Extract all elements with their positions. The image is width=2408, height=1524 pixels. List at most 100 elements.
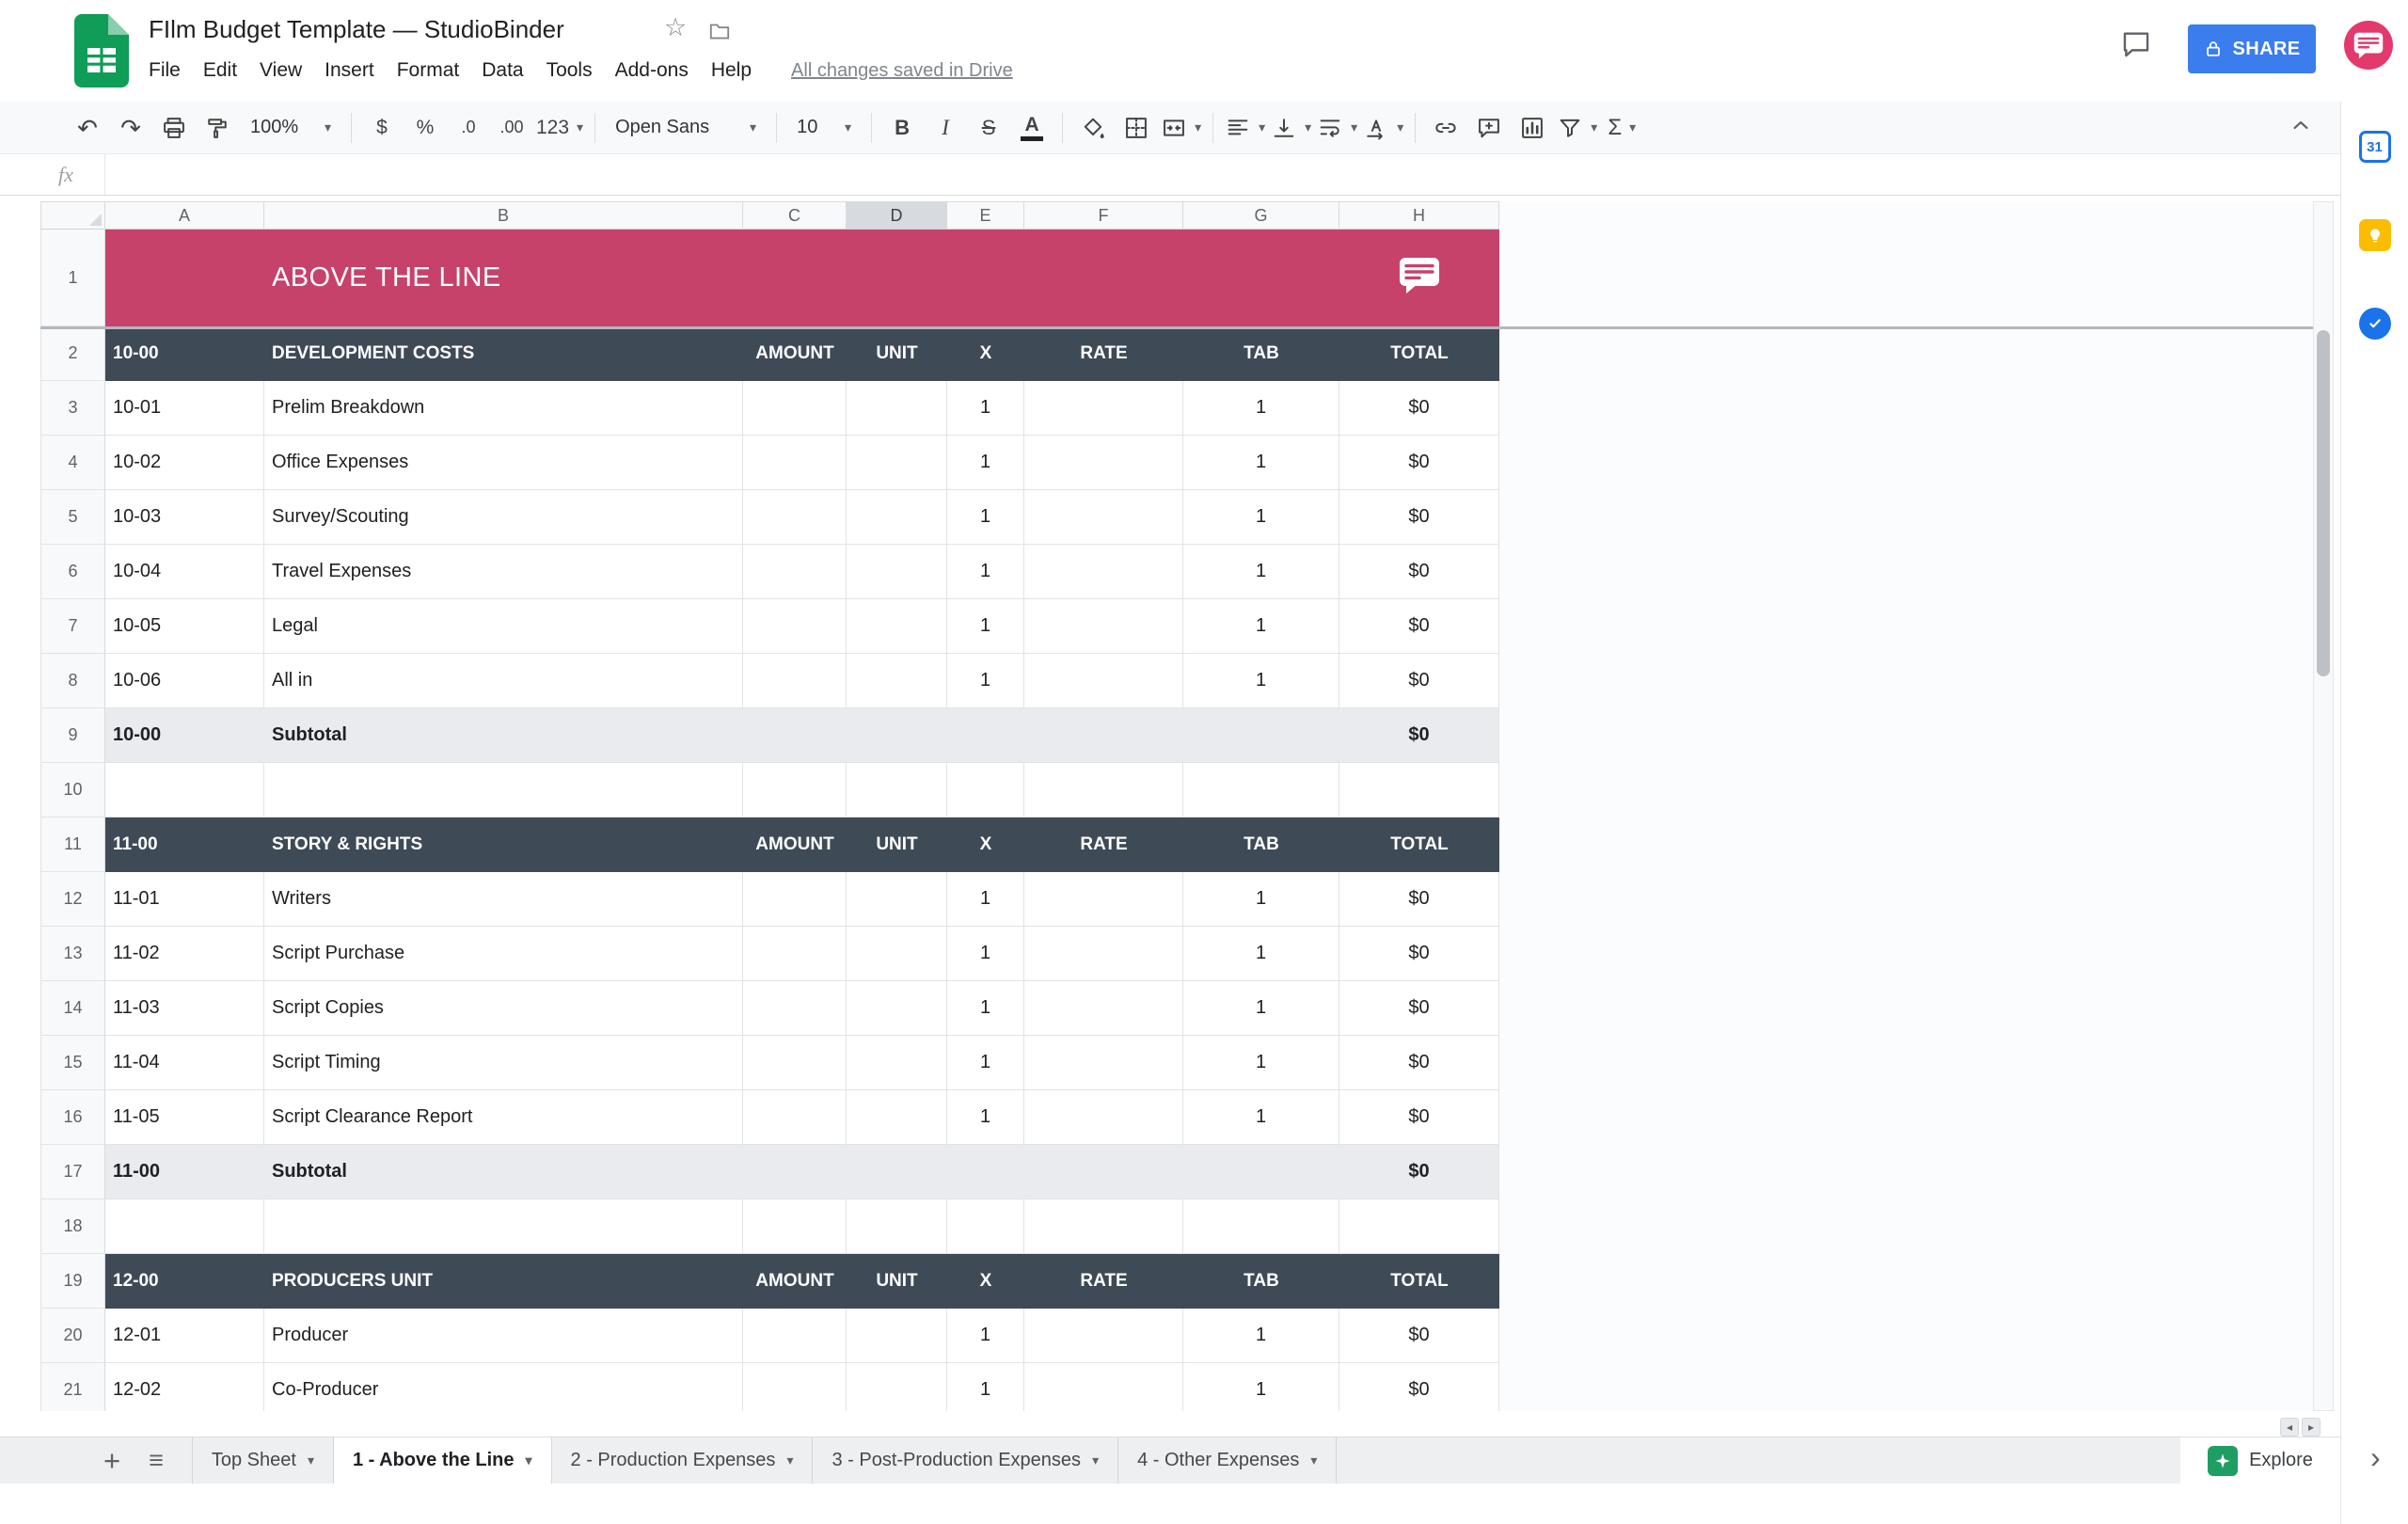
cell-E20[interactable]: 1 — [947, 1309, 1024, 1363]
cell-G2[interactable]: TAB — [1183, 326, 1339, 381]
cell-F20[interactable] — [1024, 1309, 1183, 1363]
cell-C21[interactable] — [743, 1363, 847, 1411]
cell-E1[interactable] — [947, 230, 1024, 326]
cell-D18[interactable] — [847, 1199, 947, 1254]
font-size-select[interactable]: 10▾ — [785, 106, 863, 150]
row-header-9[interactable]: 9 — [40, 708, 105, 763]
frozen-row-divider[interactable] — [40, 326, 2313, 329]
cell-B1[interactable]: ABOVE THE LINE — [264, 230, 743, 326]
row-header-7[interactable]: 7 — [40, 599, 105, 654]
cell-C20[interactable] — [743, 1309, 847, 1363]
cell-H14[interactable]: $0 — [1339, 981, 1499, 1036]
formula-input[interactable] — [105, 154, 2340, 195]
tasks-icon[interactable] — [2358, 307, 2392, 341]
row-header-5[interactable]: 5 — [40, 490, 105, 545]
cell-C18[interactable] — [743, 1199, 847, 1254]
sheet-tab-menu-icon[interactable]: ▾ — [308, 1453, 314, 1468]
row-header-8[interactable]: 8 — [40, 654, 105, 708]
sheet-tab-4-other-expenses[interactable]: 4 - Other Expenses▾ — [1118, 1437, 1337, 1484]
menu-view[interactable]: View — [248, 59, 313, 82]
cell-H21[interactable]: $0 — [1339, 1363, 1499, 1411]
sheet-tab-1-above-the-line[interactable]: 1 - Above the Line▾ — [334, 1437, 552, 1484]
cell-H3[interactable]: $0 — [1339, 381, 1499, 436]
star-icon[interactable]: ☆ — [664, 13, 687, 42]
cell-A10[interactable] — [105, 763, 264, 818]
cell-A17[interactable]: 11-00 — [105, 1145, 264, 1199]
cell-A4[interactable]: 10-02 — [105, 436, 264, 490]
cell-C8[interactable] — [743, 654, 847, 708]
cell-A9[interactable]: 10-00 — [105, 708, 264, 763]
cell-G18[interactable] — [1183, 1199, 1339, 1254]
cell-A8[interactable]: 10-06 — [105, 654, 264, 708]
cell-F18[interactable] — [1024, 1199, 1183, 1254]
row-header-13[interactable]: 13 — [40, 927, 105, 981]
cell-G6[interactable]: 1 — [1183, 545, 1339, 599]
column-header-E[interactable]: E — [947, 201, 1024, 230]
more-formats-button[interactable]: 123▾ — [533, 106, 586, 150]
cell-D9[interactable] — [847, 708, 947, 763]
cell-C15[interactable] — [743, 1036, 847, 1090]
column-header-A[interactable]: A — [105, 201, 264, 230]
cell-G1[interactable] — [1183, 230, 1339, 326]
filter-icon[interactable]: ▾ — [1554, 106, 1600, 150]
cell-B14[interactable]: Script Copies — [264, 981, 743, 1036]
cell-G14[interactable]: 1 — [1183, 981, 1339, 1036]
column-header-D[interactable]: D — [847, 201, 947, 230]
cell-D21[interactable] — [847, 1363, 947, 1411]
cell-C10[interactable] — [743, 763, 847, 818]
cell-A6[interactable]: 10-04 — [105, 545, 264, 599]
cell-B21[interactable]: Co-Producer — [264, 1363, 743, 1411]
cell-G8[interactable]: 1 — [1183, 654, 1339, 708]
sheet-tab-menu-icon[interactable]: ▾ — [1092, 1453, 1099, 1468]
cell-G15[interactable]: 1 — [1183, 1036, 1339, 1090]
comment-history-icon[interactable] — [2120, 28, 2152, 65]
row-header-2[interactable]: 2 — [40, 326, 105, 381]
cell-F5[interactable] — [1024, 490, 1183, 545]
text-rotation-icon[interactable]: ▾ — [1360, 106, 1406, 150]
cell-B15[interactable]: Script Timing — [264, 1036, 743, 1090]
cell-B2[interactable]: DEVELOPMENT COSTS — [264, 326, 743, 381]
collapse-side-panel-icon[interactable]: › — [2370, 1440, 2381, 1475]
cell-C14[interactable] — [743, 981, 847, 1036]
menu-edit[interactable]: Edit — [192, 59, 248, 82]
row-header-14[interactable]: 14 — [40, 981, 105, 1036]
menu-tools[interactable]: Tools — [535, 59, 604, 82]
cell-D13[interactable] — [847, 927, 947, 981]
cell-E15[interactable]: 1 — [947, 1036, 1024, 1090]
row-header-6[interactable]: 6 — [40, 545, 105, 599]
cell-A21[interactable]: 12-02 — [105, 1363, 264, 1411]
cell-H4[interactable]: $0 — [1339, 436, 1499, 490]
row-header-15[interactable]: 15 — [40, 1036, 105, 1090]
column-header-F[interactable]: F — [1024, 201, 1183, 230]
cell-D6[interactable] — [847, 545, 947, 599]
cell-B9[interactable]: Subtotal — [264, 708, 743, 763]
cell-D16[interactable] — [847, 1090, 947, 1145]
cell-H16[interactable]: $0 — [1339, 1090, 1499, 1145]
cell-H13[interactable]: $0 — [1339, 927, 1499, 981]
sheet-tab-menu-icon[interactable]: ▾ — [1310, 1453, 1317, 1468]
cell-E6[interactable]: 1 — [947, 545, 1024, 599]
cell-B20[interactable]: Producer — [264, 1309, 743, 1363]
cell-A7[interactable]: 10-05 — [105, 599, 264, 654]
cell-F3[interactable] — [1024, 381, 1183, 436]
cell-G16[interactable]: 1 — [1183, 1090, 1339, 1145]
cell-B7[interactable]: Legal — [264, 599, 743, 654]
fill-color-icon[interactable] — [1071, 106, 1115, 150]
row-header-11[interactable]: 11 — [40, 818, 105, 872]
menu-file[interactable]: File — [137, 59, 192, 82]
cell-G10[interactable] — [1183, 763, 1339, 818]
add-sheet-button[interactable]: + — [103, 1446, 120, 1475]
cell-H12[interactable]: $0 — [1339, 872, 1499, 927]
cell-C1[interactable] — [743, 230, 847, 326]
cell-B3[interactable]: Prelim Breakdown — [264, 381, 743, 436]
cell-F9[interactable] — [1024, 708, 1183, 763]
cell-F14[interactable] — [1024, 981, 1183, 1036]
row-header-18[interactable]: 18 — [40, 1199, 105, 1254]
cell-C7[interactable] — [743, 599, 847, 654]
cell-D7[interactable] — [847, 599, 947, 654]
cell-E8[interactable]: 1 — [947, 654, 1024, 708]
cell-F15[interactable] — [1024, 1036, 1183, 1090]
cell-H20[interactable]: $0 — [1339, 1309, 1499, 1363]
cell-G3[interactable]: 1 — [1183, 381, 1339, 436]
hide-toolbar-icon[interactable] — [2288, 112, 2314, 143]
